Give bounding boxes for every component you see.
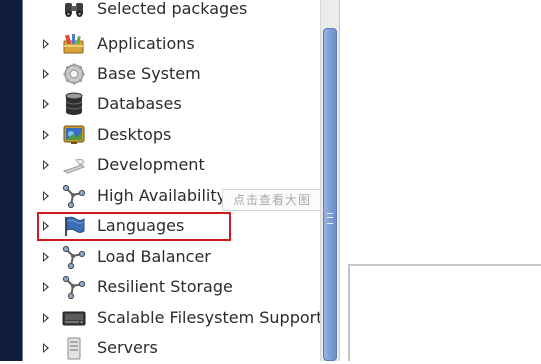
tree-item-applications[interactable]: Applications <box>23 29 320 59</box>
cluster-icon <box>62 245 86 270</box>
expand-arrow-icon[interactable] <box>43 39 49 49</box>
tree-item-languages[interactable]: Languages <box>23 211 320 241</box>
tree-item-label: Applications <box>97 34 195 53</box>
tree-item-load-balancer[interactable]: Load Balancer <box>23 242 320 272</box>
tooltip: 点击查看大图 <box>222 189 322 211</box>
tree-item-label: Development <box>97 155 205 174</box>
tree-item-label: Selected packages <box>97 0 248 18</box>
gear-icon <box>62 62 86 86</box>
expand-arrow-icon[interactable] <box>43 282 49 292</box>
tree-item-label: High Availability <box>97 186 227 205</box>
harddisk-icon <box>62 306 86 330</box>
tree-item-desktops[interactable]: Desktops <box>23 120 320 150</box>
tree-item-label: Load Balancer <box>97 247 211 266</box>
expand-arrow-icon[interactable] <box>43 99 49 109</box>
scrollbar-grip-icon <box>327 213 333 224</box>
package-details-pane <box>340 0 541 361</box>
tree-item-label: Servers <box>97 338 158 357</box>
expand-arrow-icon[interactable] <box>43 130 49 140</box>
window-edge <box>0 0 23 361</box>
server-icon <box>62 336 86 360</box>
expand-arrow-icon[interactable] <box>43 313 49 323</box>
cluster-icon <box>62 275 86 300</box>
tree-item-resilient-storage[interactable]: Resilient Storage <box>23 272 320 302</box>
scrollbar-thumb[interactable] <box>323 28 337 361</box>
desktop-icon <box>62 123 86 147</box>
expand-arrow-icon[interactable] <box>43 343 49 353</box>
tree-item-label: Base System <box>97 64 201 83</box>
pane-divider <box>348 264 541 266</box>
tree-item-label: Databases <box>97 94 182 113</box>
tree-item-label: Scalable Filesystem Support <box>97 308 323 327</box>
expand-arrow-icon[interactable] <box>43 69 49 79</box>
tree-item-selected-packages[interactable]: Selected packages <box>23 0 320 24</box>
flag-icon <box>62 214 86 238</box>
expand-arrow-icon[interactable] <box>43 191 49 201</box>
tree-item-databases[interactable]: Databases <box>23 89 320 119</box>
expand-arrow-icon[interactable] <box>43 221 49 231</box>
development-icon <box>62 153 86 177</box>
pane-frame <box>348 266 350 361</box>
expand-arrow-icon[interactable] <box>43 252 49 262</box>
database-icon <box>62 92 86 116</box>
tree-item-label: Desktops <box>97 125 172 144</box>
tree-item-label: Languages <box>97 216 185 235</box>
tree-item-development[interactable]: Development <box>23 150 320 180</box>
tree-item-scalable-filesystem-support[interactable]: Scalable Filesystem Support <box>23 303 323 333</box>
package-group-tree: Selected packages Applications Base Syst… <box>23 0 323 363</box>
tree-item-servers[interactable]: Servers <box>23 333 320 363</box>
cluster-icon <box>62 184 86 209</box>
vertical-scrollbar[interactable] <box>320 0 340 361</box>
tree-item-label: Resilient Storage <box>97 277 233 296</box>
expand-arrow-icon[interactable] <box>43 160 49 170</box>
binoculars-icon <box>62 0 86 21</box>
applications-icon <box>62 32 86 56</box>
tree-item-base-system[interactable]: Base System <box>23 59 320 89</box>
